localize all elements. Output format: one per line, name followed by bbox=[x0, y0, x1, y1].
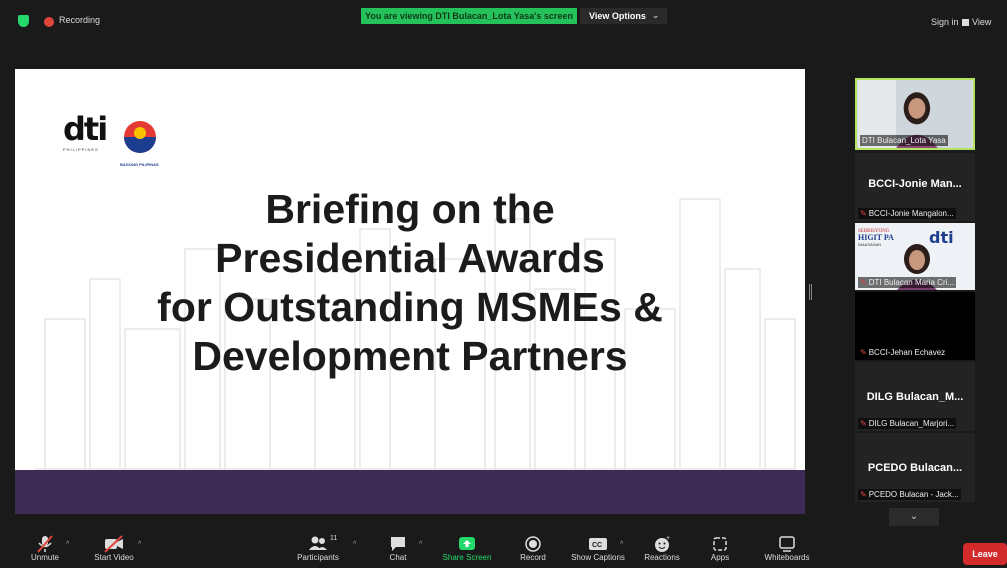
chat-icon bbox=[380, 531, 416, 553]
participant-name-row: ✎ BCCI-Jehan Echavez bbox=[858, 347, 948, 358]
mic-muted-icon bbox=[24, 531, 66, 553]
participant-tile[interactable]: DILG Bulacan_M... ✎ DILG Bulacan_Marjori.… bbox=[855, 362, 975, 431]
record-icon bbox=[514, 531, 552, 553]
security-shield-icon[interactable] bbox=[18, 15, 29, 27]
view-options-label: View Options bbox=[589, 11, 646, 21]
recording-icon bbox=[44, 17, 54, 27]
participant-display-name: DILG Bulacan_M... bbox=[866, 391, 964, 403]
chevron-down-icon: ⌄ bbox=[909, 511, 919, 522]
whiteboards-label: Whiteboards bbox=[764, 553, 810, 562]
chevron-down-icon: ⌄ bbox=[652, 11, 659, 20]
panel-resize-handle[interactable] bbox=[809, 284, 812, 300]
chat-options-caret-icon[interactable]: ^ bbox=[419, 541, 422, 548]
participant-name: BCCI-Jonie Mangalon... bbox=[868, 209, 954, 218]
share-screen-label: Share Screen bbox=[442, 553, 492, 562]
participant-name-row: ✎ PCEDO Bulacan - Jack... bbox=[858, 489, 961, 500]
apps-icon bbox=[704, 531, 736, 553]
captions-options-caret-icon[interactable]: ^ bbox=[620, 541, 623, 548]
shared-screen-slide: dti PHILIPPINES BAGONG PILIPINAS Briefin… bbox=[15, 69, 805, 514]
participant-name: PCEDO Bulacan - Jack... bbox=[868, 490, 959, 499]
view-button[interactable]: View bbox=[962, 17, 991, 27]
unmute-button[interactable]: Unmute bbox=[24, 531, 66, 562]
dti-logo: dti PHILIPPINES bbox=[63, 110, 108, 152]
unmute-label: Unmute bbox=[30, 553, 59, 562]
reactions-button[interactable]: + Reactions bbox=[640, 531, 684, 562]
share-screen-icon bbox=[440, 531, 494, 553]
participant-name: DTI Bulacan_Lota Yasa bbox=[860, 135, 948, 146]
recording-label: Recording bbox=[59, 15, 101, 25]
slide-footer-band bbox=[15, 470, 805, 514]
chat-button[interactable]: Chat bbox=[380, 531, 416, 562]
participants-label: Participants bbox=[297, 553, 339, 562]
participant-name-row: ✎ DTI Bulacan Maria Cri... bbox=[858, 277, 957, 288]
start-video-button[interactable]: Start Video bbox=[88, 531, 140, 562]
participant-tile[interactable]: ✎ BCCI-Jehan Echavez bbox=[855, 292, 975, 360]
record-button[interactable]: Record bbox=[514, 531, 552, 562]
apps-label: Apps bbox=[710, 553, 730, 562]
chat-label: Chat bbox=[389, 553, 407, 562]
start-video-label: Start Video bbox=[94, 553, 134, 562]
apps-button[interactable]: Apps bbox=[704, 531, 736, 562]
mic-muted-icon: ✎ bbox=[860, 209, 867, 218]
dti-logo-text: dti bbox=[63, 110, 108, 148]
viewing-screen-banner: You are viewing DTI Bulacan_Lota Yasa's … bbox=[361, 8, 577, 24]
slide-title-line: Briefing on the bbox=[265, 186, 555, 232]
whiteboards-button[interactable]: Whiteboards bbox=[756, 531, 818, 562]
participant-tile[interactable]: SERBISYONG HIGIT PA INAASAHAN dti ✎ DTI B… bbox=[855, 223, 975, 290]
participants-options-caret-icon[interactable]: ^ bbox=[353, 541, 356, 548]
view-options-button[interactable]: View Options ⌄ bbox=[580, 8, 667, 24]
participant-name: DILG Bulacan_Marjori... bbox=[868, 419, 955, 428]
reactions-icon: + bbox=[640, 531, 684, 553]
slide-title: Briefing on the Presidential Awards for … bbox=[15, 185, 805, 381]
mic-muted-icon: ✎ bbox=[860, 278, 867, 287]
meeting-toolbar: Unmute ^ Start Video ^ 11 Participants ^… bbox=[0, 531, 1007, 568]
slide-title-line: for Outstanding MSMEs & bbox=[157, 284, 663, 330]
svg-text:dti: dti bbox=[929, 228, 954, 247]
view-label: View bbox=[972, 17, 992, 27]
participant-tile[interactable]: DTI Bulacan_Lota Yasa bbox=[855, 78, 975, 150]
participants-count: 11 bbox=[330, 535, 338, 542]
share-screen-button[interactable]: Share Screen bbox=[440, 531, 494, 562]
record-label: Record bbox=[520, 553, 546, 562]
slide-title-line: Presidential Awards bbox=[215, 235, 605, 281]
top-bar: Recording You are viewing DTI Bulacan_Lo… bbox=[0, 0, 1007, 44]
participants-icon: 11 bbox=[292, 531, 344, 553]
svg-text:HIGIT PA: HIGIT PA bbox=[858, 233, 894, 242]
audio-options-caret-icon[interactable]: ^ bbox=[66, 541, 69, 548]
participant-name-row: ✎ DILG Bulacan_Marjori... bbox=[858, 418, 957, 429]
video-options-caret-icon[interactable]: ^ bbox=[138, 541, 141, 548]
participant-display-name: BCCI-Jonie Man... bbox=[868, 178, 962, 190]
participants-button[interactable]: 11 Participants bbox=[292, 531, 344, 562]
sign-in-button[interactable]: Sign in bbox=[931, 17, 959, 27]
video-off-icon bbox=[88, 531, 140, 553]
mic-muted-icon: ✎ bbox=[860, 348, 867, 357]
show-captions-label: Show Captions bbox=[571, 553, 625, 562]
svg-text:INAASAHAN: INAASAHAN bbox=[858, 242, 881, 247]
svg-text:+: + bbox=[666, 535, 670, 542]
bagong-pilipinas-logo: BAGONG PILIPINAS bbox=[120, 119, 170, 167]
participant-tile[interactable]: BCCI-Jonie Man... ✎ BCCI-Jonie Mangalon..… bbox=[855, 153, 975, 221]
slide-title-line: Development Partners bbox=[192, 333, 628, 379]
bagong-pilipinas-text: BAGONG PILIPINAS bbox=[120, 162, 159, 167]
whiteboard-icon bbox=[756, 531, 818, 553]
leave-button[interactable]: Leave bbox=[963, 543, 1007, 565]
participant-tile[interactable]: PCEDO Bulacan... ✎ PCEDO Bulacan - Jack..… bbox=[855, 433, 975, 502]
mic-muted-icon: ✎ bbox=[860, 490, 867, 499]
participant-name: BCCI-Jehan Echavez bbox=[868, 348, 946, 357]
scroll-participants-down-button[interactable]: ⌄ bbox=[889, 508, 939, 526]
participant-name: DTI Bulacan Maria Cri... bbox=[868, 278, 955, 287]
bagong-pilipinas-emblem-icon bbox=[124, 121, 156, 153]
mic-muted-icon: ✎ bbox=[860, 419, 867, 428]
view-layout-icon bbox=[962, 19, 969, 26]
participant-name-row: ✎ BCCI-Jonie Mangalon... bbox=[858, 208, 956, 219]
reactions-label: Reactions bbox=[644, 553, 680, 562]
participant-display-name: PCEDO Bulacan... bbox=[867, 462, 963, 474]
svg-text:CC: CC bbox=[592, 542, 602, 549]
